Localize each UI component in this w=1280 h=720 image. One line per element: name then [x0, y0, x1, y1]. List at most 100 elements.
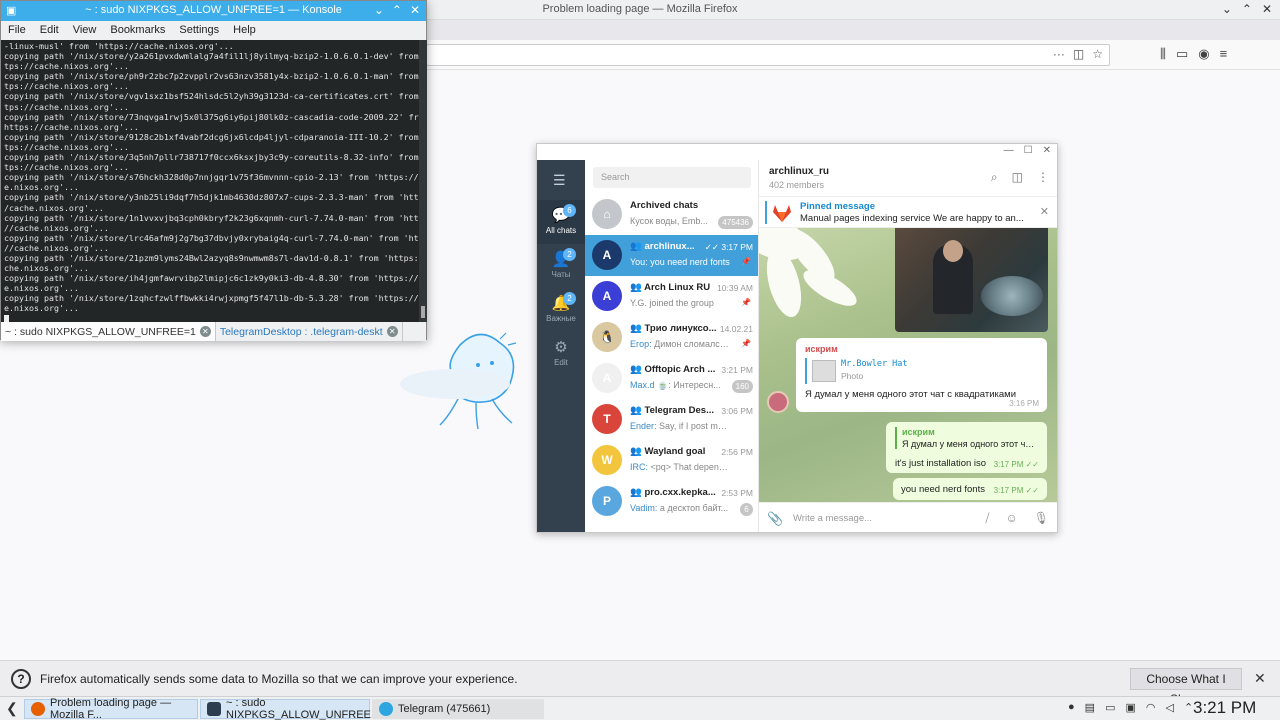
message-input[interactable]: Write a message...	[793, 513, 872, 524]
message-text: Я думал у меня одного этот чат с квадрат…	[805, 389, 1017, 400]
menu-view[interactable]: View	[66, 21, 104, 40]
chat-list-item[interactable]: A 👥 archlinux... ✓✓ 3:17 PM You: you need n…	[585, 235, 758, 276]
notes-icon[interactable]: ▤	[1085, 701, 1095, 714]
scrollbar-thumb[interactable]	[421, 306, 425, 318]
close-icon[interactable]: ✕	[1254, 670, 1266, 687]
wifi-icon[interactable]: ◠	[1146, 701, 1156, 714]
chat-name: 👥 pro.cxx.kepka...	[630, 487, 716, 498]
konsole-tab-sudo[interactable]: ~ : sudo NIXPKGS_ALLOW_UNFREE=1 ✕	[1, 322, 216, 341]
attach-icon[interactable]: 📎	[767, 511, 783, 527]
battery-icon[interactable]: ▭	[1105, 701, 1115, 714]
chat-avatar: 🐧	[592, 322, 622, 352]
folder-chats[interactable]: 👤 2 Чаты	[537, 244, 585, 288]
bookmark-star-icon[interactable]: ☆	[1092, 47, 1103, 61]
minimize-icon[interactable]: —	[1004, 145, 1014, 156]
task-telegram[interactable]: Telegram (475661)	[372, 699, 544, 719]
more-vertical-icon[interactable]: ⋮	[1037, 170, 1049, 185]
sidebar-icon[interactable]: ▭	[1176, 46, 1188, 62]
chat-list-item[interactable]: P 👥 pro.cxx.kepka... 2:53 PM Vadim: а дескт…	[585, 481, 758, 522]
messages-area[interactable]: искрим Mr.Bowler Hat Photo Я думал у мен…	[759, 228, 1057, 502]
page-actions-icon[interactable]: ···	[1053, 47, 1065, 61]
commands-icon[interactable]: ⧸	[985, 511, 989, 526]
pocket-icon[interactable]: ◫	[1073, 47, 1084, 61]
pinned-message-bar[interactable]: Pinned message Manual pages indexing ser…	[759, 197, 1057, 228]
message-bubble-outgoing[interactable]: искрим Я думал у меня одного этот ча... …	[886, 422, 1047, 473]
chat-last-sender: Ender:	[630, 421, 657, 431]
composer-icons: ⧸ ☺ 🎙	[985, 511, 1049, 526]
application-launcher-icon[interactable]: ❮	[6, 700, 18, 717]
chat-list-item[interactable]: T 👥 Telegram Des... 3:06 PM Ender: Say, if …	[585, 399, 758, 440]
terminal-output[interactable]: -linux-musl' from 'https://cache.nixos.o…	[1, 40, 419, 322]
close-icon[interactable]: ✕	[410, 3, 420, 17]
chat-list-item[interactable]: 🐧 👥 Трио линуксо... 14.02.21 Егор: Димон сл…	[585, 317, 758, 358]
chat-list-item[interactable]: ⌂ Archived chats Кусок воды, Emb... 475436	[585, 194, 758, 235]
search-input[interactable]: Search	[593, 167, 751, 188]
quoted-reply[interactable]: искрим Я думал у меня одного этот ча...	[895, 427, 1037, 449]
reply-preview[interactable]: Mr.Bowler Hat Photo	[805, 358, 927, 384]
task-firefox[interactable]: Problem loading page — Mozilla F...	[24, 697, 198, 720]
message-bubble-incoming[interactable]: искрим Mr.Bowler Hat Photo Я думал у мен…	[796, 338, 1047, 412]
close-icon[interactable]: ✕	[1043, 145, 1051, 156]
maximize-icon[interactable]: ⌃	[392, 3, 402, 17]
terminal-line: copying path '/nix/store/y2a261pvxdwmlal…	[4, 51, 419, 62]
close-tab-icon[interactable]: ✕	[199, 326, 211, 337]
konsole-tab-telegram[interactable]: TelegramDesktop : .telegram-deskt ✕	[216, 322, 403, 341]
minimize-icon[interactable]: ⌄	[374, 3, 384, 17]
minimize-icon[interactable]: ⌄	[1222, 2, 1232, 16]
message-bubble-outgoing[interactable]: you need nerd fonts 3:17 PM ✓✓	[893, 478, 1047, 500]
chats-bubble-icon: 💬	[551, 207, 571, 224]
folder-all-chats[interactable]: 💬 6 All chats	[537, 200, 585, 244]
terminal-scrollbar[interactable]	[419, 40, 427, 322]
choose-what-i-share-button[interactable]: Choose What I Share	[1130, 668, 1242, 706]
clock[interactable]: 3:21 PM	[1193, 698, 1256, 718]
hamburger-menu-icon[interactable]: ☰	[553, 172, 566, 189]
chat-list-item[interactable]: A 👥 Arch Linux RU 10:39 AM Y.G. joined the…	[585, 276, 758, 317]
photo-dish	[981, 276, 1043, 316]
chat-last-text: а десктоп байт...	[659, 503, 729, 513]
terminal-line: copying path '/nix/store/ih4jgmfawrvibp2…	[4, 273, 419, 284]
pin-icon: 📌	[741, 257, 751, 266]
sender-avatar[interactable]	[767, 391, 789, 413]
chat-title[interactable]: archlinux_ru	[769, 166, 829, 177]
close-tab-icon[interactable]: ✕	[386, 326, 398, 337]
chat-list-item[interactable]: W 👥 Wayland goal 2:56 PM IRC: <pq> That dep…	[585, 440, 758, 481]
photo-message[interactable]	[895, 228, 1048, 332]
chat-list-item[interactable]: A 👥 Offtopic Arch ... 3:21 PM Max.d 🍵: Инте…	[585, 358, 758, 399]
search-icon[interactable]: ⌕	[991, 170, 998, 185]
menu-icon[interactable]: ≡	[1220, 46, 1228, 62]
account-icon[interactable]: ◉	[1198, 46, 1209, 62]
menu-settings[interactable]: Settings	[172, 21, 226, 40]
close-icon[interactable]: ✕	[1262, 2, 1272, 16]
chat-last-message: Max.d 🍵: Интересн...	[630, 380, 730, 391]
firefox-icon	[31, 702, 45, 716]
url-bar[interactable]: ··· ◫ ☆	[426, 44, 1110, 66]
sidebar-toggle-icon[interactable]: ◫	[1012, 170, 1023, 185]
tray-expand-icon[interactable]: ⌃	[1184, 701, 1193, 714]
chat-header-icons: ⌕ ◫ ⋮	[991, 170, 1049, 185]
konsole-window-controls: ⌄ ⌃ ✕	[374, 3, 420, 17]
message-sender[interactable]: искрим	[805, 344, 838, 354]
library-icon[interactable]: ⫼	[1160, 46, 1166, 62]
close-pinned-icon[interactable]: ✕	[1040, 205, 1049, 218]
task-konsole[interactable]: ~ : sudo NIXPKGS_ALLOW_UNFREE...	[200, 697, 380, 720]
person-icon: 👤	[551, 251, 571, 268]
konsole-title: ~ : sudo NIXPKGS_ALLOW_UNFREE=1 — Konsol…	[85, 4, 342, 16]
volume-icon[interactable]: ◁	[1165, 701, 1173, 714]
clipboard-icon[interactable]: ▣	[1125, 701, 1135, 714]
chat-avatar: A	[592, 281, 622, 311]
bell-icon: 🔔	[551, 295, 571, 312]
menu-edit[interactable]: Edit	[33, 21, 66, 40]
menu-help[interactable]: Help	[226, 21, 263, 40]
tab-label: TelegramDesktop : .telegram-deskt	[219, 325, 383, 338]
telegram-tray-icon[interactable]: ●	[1068, 701, 1075, 714]
chat-last-text: Димон сломался,...	[654, 339, 730, 349]
folder-edit[interactable]: ⚙ Edit	[537, 332, 585, 376]
microphone-icon[interactable]: 🎙	[1034, 511, 1049, 526]
folders-sidebar: ☰ 💬 6 All chats 👤 2 Чаты 🔔 2 Важные ⚙ Ed…	[537, 160, 585, 532]
maximize-icon[interactable]: ☐	[1024, 145, 1033, 156]
maximize-icon[interactable]: ⌃	[1242, 2, 1252, 16]
menu-file[interactable]: File	[1, 21, 33, 40]
menu-bookmarks[interactable]: Bookmarks	[103, 21, 172, 40]
folder-important[interactable]: 🔔 2 Важные	[537, 288, 585, 332]
emoji-icon[interactable]: ☺	[1006, 511, 1018, 526]
